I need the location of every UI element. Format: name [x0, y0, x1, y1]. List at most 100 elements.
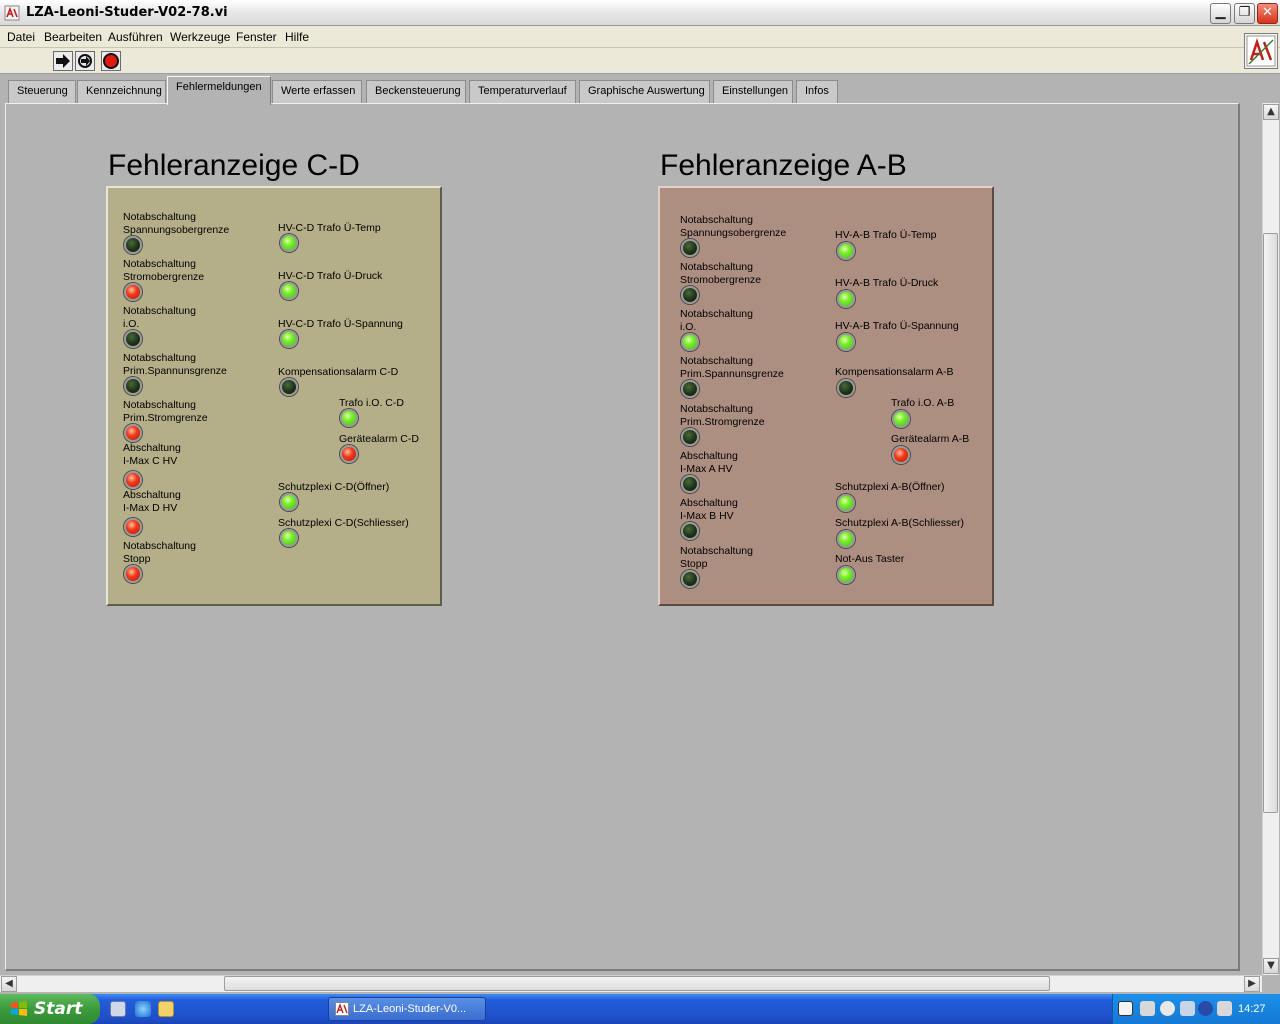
menu-datei[interactable]: Datei [7, 30, 35, 44]
minimize-icon: ▁ [1215, 5, 1226, 20]
menu-bar: Datei Bearbeiten Ausführen Werkzeuge Fen… [0, 26, 1280, 48]
horizontal-scroll-thumb[interactable] [224, 976, 1050, 991]
tab-temperaturverlauf[interactable]: Temperaturverlauf [469, 80, 576, 103]
taskbar [0, 994, 1280, 1024]
led-indicator [280, 234, 298, 252]
indicator-label: Notabschaltung Spannungsobergrenze [680, 214, 787, 239]
volume-icon[interactable] [1140, 1001, 1155, 1016]
led-indicator [124, 283, 142, 301]
led-indicator [837, 333, 855, 351]
taskbar-clock: 14:27 [1238, 1003, 1266, 1015]
led-indicator [280, 529, 298, 547]
close-button[interactable]: ✕ [1257, 3, 1278, 24]
run-continuously-button[interactable] [75, 51, 95, 71]
indicator-label: Notabschaltung Stopp [123, 540, 196, 565]
indicator-label: HV-A-B Trafo Ü-Spannung [835, 320, 959, 332]
indicator-label: Notabschaltung Stopp [680, 545, 753, 570]
help-icon[interactable] [1118, 1001, 1133, 1016]
led-indicator [124, 377, 142, 395]
indicator-label: Abschaltung I-Max B HV [680, 497, 738, 522]
restore-button[interactable]: ❐ [1234, 3, 1255, 24]
led-indicator [340, 409, 358, 427]
network-icon[interactable] [1180, 1001, 1195, 1016]
tab-graphische-auswertung[interactable]: Graphische Auswertung [579, 80, 710, 103]
indicator-label: Notabschaltung Stromobergrenze [680, 261, 762, 286]
printer-icon[interactable] [1217, 1001, 1232, 1016]
close-icon: ✕ [1262, 5, 1273, 20]
indicator-label: Notabschaltung Spannungsobergrenze [123, 211, 230, 236]
indicator-label: HV-C-D Trafo Ü-Druck [278, 270, 383, 282]
led-indicator [681, 475, 699, 493]
tab-werte-erfassen[interactable]: Werte erfassen [272, 80, 362, 103]
indicator-label: Abschaltung I-Max A HV [680, 450, 738, 475]
led-indicator [124, 236, 142, 254]
indicator-label: Notabschaltung Stromobergrenze [123, 258, 205, 283]
led-indicator [124, 518, 142, 536]
led-indicator [837, 494, 855, 512]
show-desktop-icon[interactable] [110, 1001, 126, 1017]
menu-bearbeiten[interactable]: Bearbeiten [44, 30, 102, 44]
labview-vi-icon [335, 1002, 349, 1016]
indicator-label: Notabschaltung Prim.Spannunsgrenze [123, 352, 227, 377]
led-indicator [892, 410, 910, 428]
led-indicator [837, 290, 855, 308]
indicator-label: Abschaltung I-Max D HV [123, 489, 181, 514]
indicator-label: HV-A-B Trafo Ü-Temp [835, 229, 937, 241]
indicator-label: Schutzplexi C-D(Schliesser) [278, 517, 409, 529]
indicator-label: Not-Aus Taster [835, 553, 905, 565]
scroll-up-button[interactable]: ▲ [1263, 104, 1279, 120]
tab-steuerung[interactable]: Steuerung [8, 80, 76, 103]
window-title-bar[interactable]: LZA-Leoni-Studer-V02-78.vi ▁ ❐ ✕ [0, 0, 1280, 26]
vi-connector-icon [1244, 33, 1278, 69]
tab-fehlermeldungen[interactable]: Fehlermeldungen [167, 76, 271, 105]
indicator-label: Notabschaltung Prim.Stromgrenze [680, 403, 765, 428]
chevron-left-icon[interactable] [1160, 1001, 1175, 1016]
indicator-label: Schutzplexi A-B(Öffner) [835, 481, 945, 493]
led-indicator [681, 380, 699, 398]
monitor-icon[interactable] [1198, 1001, 1213, 1016]
indicator-label: Trafo i.O. A-B [891, 397, 955, 409]
led-indicator [124, 471, 142, 489]
indicator-label: Notabschaltung i.O. [680, 308, 753, 333]
tab-infos[interactable]: Infos [796, 80, 838, 103]
windows-logo-icon [11, 1001, 27, 1016]
led-indicator [280, 282, 298, 300]
led-indicator [681, 428, 699, 446]
minimize-button[interactable]: ▁ [1210, 3, 1231, 24]
vertical-scroll-thumb[interactable] [1263, 233, 1278, 813]
tab-kennzeichnung[interactable]: Kennzeichnung [77, 80, 166, 103]
menu-werkzeuge[interactable]: Werkzeuge [170, 30, 230, 44]
led-indicator [892, 446, 910, 464]
led-indicator [837, 566, 855, 584]
start-button[interactable]: Start [0, 994, 100, 1024]
scroll-left-button[interactable]: ◀ [1, 976, 17, 992]
led-indicator [681, 570, 699, 588]
taskbar-item-lza[interactable]: LZA-Leoni-Studer-V0... [328, 997, 486, 1021]
tab-einstellungen[interactable]: Einstellungen [713, 80, 793, 103]
abort-stop-icon [103, 53, 119, 69]
abort-button[interactable] [101, 51, 121, 71]
start-label: Start [34, 999, 83, 1019]
tab-beckensteuerung[interactable]: Beckensteuerung [366, 80, 466, 103]
led-indicator [280, 493, 298, 511]
menu-fenster[interactable]: Fenster [236, 30, 277, 44]
scroll-down-button[interactable]: ▼ [1263, 958, 1279, 974]
led-indicator [124, 565, 142, 583]
led-indicator [280, 378, 298, 396]
indicator-label: Gerätealarm A-B [891, 433, 970, 445]
restore-icon: ❐ [1238, 5, 1251, 20]
scroll-right-button[interactable]: ▶ [1244, 976, 1260, 992]
led-indicator [681, 522, 699, 540]
tab-strip: Steuerung Kennzeichnung Fehlermeldungen … [0, 74, 1280, 105]
led-indicator [280, 330, 298, 348]
labview-vi-icon [4, 5, 20, 21]
toolbar [0, 48, 1280, 74]
run-button[interactable] [53, 51, 73, 71]
indicator-label: Kompensationsalarm A-B [835, 366, 954, 378]
folder-icon[interactable] [158, 1001, 174, 1017]
menu-ausfuehren[interactable]: Ausführen [108, 30, 163, 44]
menu-hilfe[interactable]: Hilfe [285, 30, 309, 44]
panel-ab-title: Fehleranzeige A-B [660, 149, 907, 182]
internet-explorer-icon[interactable] [135, 1001, 151, 1017]
chevron-left-icon: ◀ [5, 978, 13, 989]
